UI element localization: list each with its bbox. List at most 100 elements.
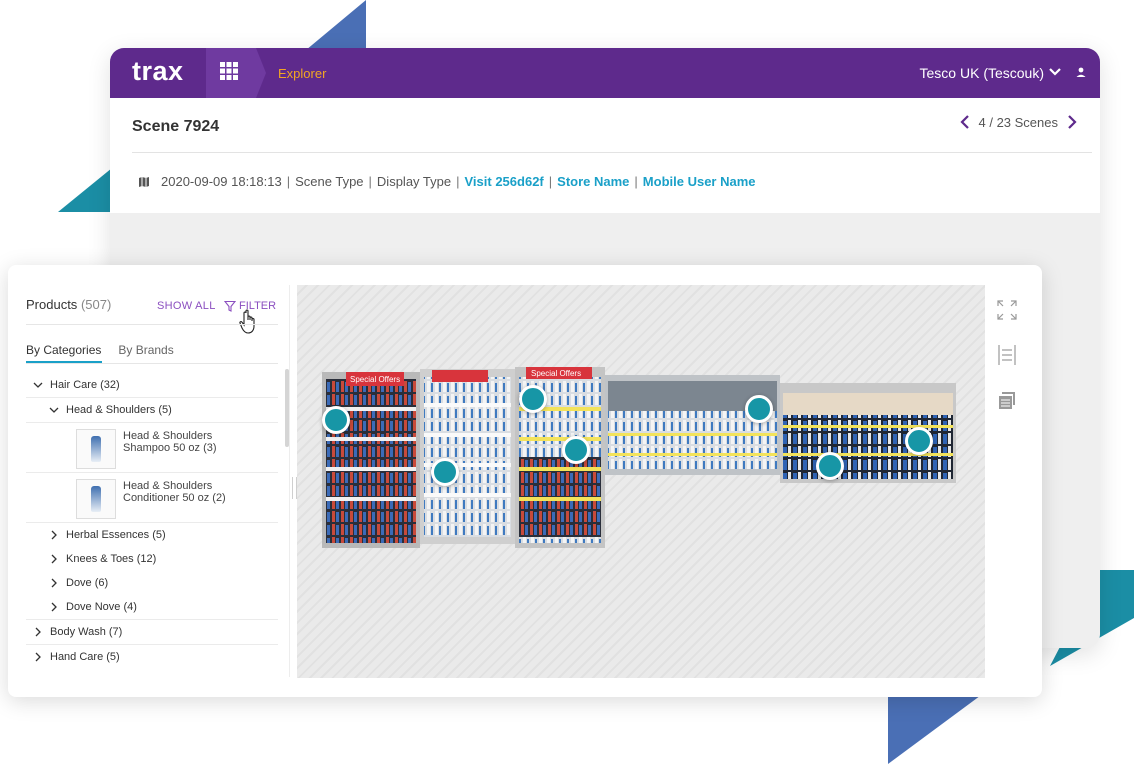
- scene-image-viewer[interactable]: Special Offers Special Offers: [297, 285, 985, 678]
- scene-meta: 2020-09-09 18:18:13 | Scene Type | Displ…: [138, 174, 756, 189]
- product-name: Head & Shoulders Conditioner 50 oz (2): [123, 480, 226, 504]
- product-marker[interactable]: [322, 406, 350, 434]
- mobile-user-link[interactable]: Mobile User Name: [643, 174, 756, 189]
- tree-label: Body Wash (7): [50, 626, 123, 638]
- products-divider: [26, 324, 278, 325]
- shelf-section-1: Special Offers: [322, 372, 420, 548]
- product-thumbnail: [76, 479, 116, 519]
- tree-label: Knees & Toes (12): [66, 553, 157, 565]
- tree-label: Hair Care (32): [50, 379, 120, 391]
- grid-icon: [220, 62, 238, 80]
- chevron-right-icon: [51, 530, 57, 540]
- breadcrumb-explorer[interactable]: Explorer: [278, 66, 326, 81]
- tree-item-dove[interactable]: Dove (6): [26, 571, 278, 595]
- product-thumbnail: [76, 429, 116, 469]
- chevron-right-icon: [35, 627, 41, 637]
- map-icon: [139, 176, 149, 187]
- decor-triangle-bottom: [888, 690, 988, 764]
- products-count: (507): [80, 297, 112, 312]
- product-marker[interactable]: [905, 427, 933, 455]
- meta-separator: |: [634, 174, 638, 189]
- decor-triangle-top: [300, 0, 366, 55]
- category-tree: Hair Care (32) Head & Shoulders (5) Head…: [26, 373, 278, 669]
- meta-separator: |: [548, 174, 553, 189]
- chevron-down-icon[interactable]: [1048, 65, 1062, 79]
- tabs-divider: [26, 363, 278, 364]
- tree-item-hair-care[interactable]: Hair Care (32): [26, 373, 278, 398]
- panel-divider: [289, 285, 290, 677]
- scene-pager-text: 4 / 23 Scenes: [978, 114, 1059, 130]
- chevron-right-icon: [51, 578, 57, 588]
- decor-triangle-left: [58, 168, 112, 212]
- chevron-right-icon: [35, 652, 41, 662]
- list-icon[interactable]: [996, 344, 1018, 366]
- copy-icon[interactable]: [996, 389, 1018, 411]
- products-title: Products: [26, 297, 78, 312]
- tree-label: Head & Shoulders (5): [66, 404, 172, 416]
- tree-item-dove-nove[interactable]: Dove Nove (4): [26, 595, 278, 620]
- scene-type: Scene Type: [295, 174, 364, 189]
- chevron-right-icon[interactable]: [1066, 114, 1078, 130]
- visit-link[interactable]: Visit 256d62f: [465, 174, 544, 189]
- meta-separator: |: [286, 174, 291, 189]
- tree-item-herbal-essences[interactable]: Herbal Essences (5): [26, 523, 278, 547]
- tree-label: Hand Care (5): [50, 651, 120, 663]
- product-marker[interactable]: [519, 385, 547, 413]
- special-offers-label: Special Offers: [350, 375, 400, 384]
- product-marker[interactable]: [745, 395, 773, 423]
- product-name-line: Head & Shoulders: [123, 480, 213, 492]
- expand-icon[interactable]: [996, 299, 1018, 321]
- scene-title: Scene 7924: [132, 118, 220, 135]
- category-tabs: By Categories By Brands: [26, 343, 174, 357]
- tree-label: Dove Nove (4): [66, 601, 137, 613]
- chevron-right-icon: [51, 554, 57, 564]
- scene-pager: 4 / 23 Scenes: [959, 114, 1079, 130]
- shelf-panorama: Special Offers Special Offers: [322, 367, 956, 548]
- header-divider: [132, 152, 1092, 153]
- chevron-right-icon: [51, 602, 57, 612]
- tree-item-body-wash[interactable]: Body Wash (7): [26, 620, 278, 645]
- scene-datetime: 2020-09-09 18:18:13: [161, 174, 282, 189]
- bottle-icon: [91, 436, 101, 462]
- product-name-line: Shampoo 50 oz (3): [123, 442, 217, 454]
- tree-item-hand-care[interactable]: Hand Care (5): [26, 645, 278, 669]
- products-sidebar: Products (507) SHOW ALL FILTER By Catego…: [8, 265, 288, 697]
- product-name: Head & Shoulders Shampoo 50 oz (3): [123, 430, 217, 454]
- store-name-link[interactable]: Store Name: [557, 174, 629, 189]
- tree-label: Herbal Essences (5): [66, 529, 166, 541]
- breadcrumb-arrow: [256, 48, 266, 98]
- product-marker[interactable]: [816, 452, 844, 480]
- product-name-line: Head & Shoulders: [123, 430, 213, 442]
- products-heading: Products (507): [26, 297, 111, 312]
- chevron-down-icon: [49, 407, 59, 413]
- meta-separator: |: [456, 174, 460, 189]
- account-name[interactable]: Tesco UK (Tescouk): [920, 65, 1044, 81]
- shelf-section-4: [605, 375, 780, 475]
- apps-grid-button[interactable]: [206, 48, 256, 98]
- meta-separator: |: [368, 174, 372, 189]
- shelf-section-2: [420, 369, 515, 544]
- products-panel: Products (507) SHOW ALL FILTER By Catego…: [8, 265, 1042, 697]
- tree-item-head-shoulders[interactable]: Head & Shoulders (5): [26, 398, 278, 423]
- product-item-conditioner[interactable]: Head & Shoulders Conditioner 50 oz (2): [26, 473, 278, 523]
- tab-by-brands[interactable]: By Brands: [118, 343, 173, 357]
- tree-item-knees-toes[interactable]: Knees & Toes (12): [26, 547, 278, 571]
- product-item-shampoo[interactable]: Head & Shoulders Shampoo 50 oz (3): [26, 423, 278, 473]
- filter-icon: [224, 300, 236, 312]
- tree-label: Dove (6): [66, 577, 109, 589]
- trax-logo[interactable]: trax: [132, 56, 184, 87]
- show-all-button[interactable]: SHOW ALL: [157, 300, 216, 312]
- product-marker[interactable]: [431, 458, 459, 486]
- product-marker[interactable]: [562, 436, 590, 464]
- top-navbar: trax Explorer Tesco UK (Tescouk): [110, 48, 1100, 98]
- display-type: Display Type: [376, 174, 452, 189]
- user-icon[interactable]: [1074, 65, 1088, 79]
- special-offers-label: Special Offers: [531, 369, 581, 378]
- hand-cursor-icon: [239, 309, 255, 334]
- tab-by-categories[interactable]: By Categories: [26, 343, 101, 357]
- bottle-icon: [91, 486, 101, 512]
- scene-header: Scene 7924 4 / 23 Scenes 2020-09-09 18:1…: [110, 98, 1100, 213]
- chevron-left-icon[interactable]: [959, 114, 971, 130]
- chevron-down-icon: [33, 382, 43, 388]
- viewer-toolbar: [996, 299, 1020, 434]
